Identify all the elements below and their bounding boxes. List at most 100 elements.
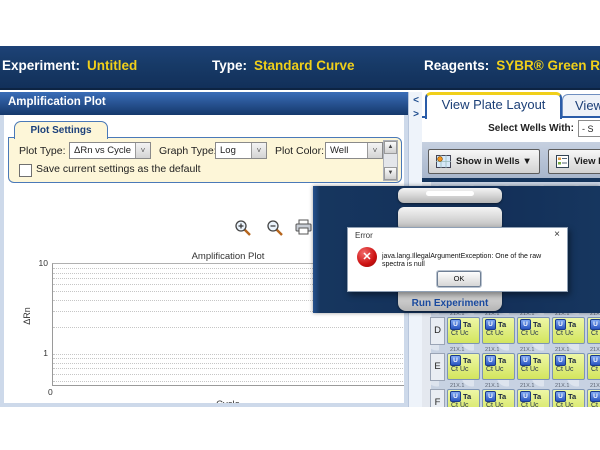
- well-box[interactable]: UTaCt Uc: [552, 389, 585, 407]
- plate-well[interactable]: 21X.1UTaCt Uc: [552, 311, 587, 347]
- plate-well[interactable]: 21X.1UTaCt Uc: [482, 311, 517, 347]
- error-dialog: Error × ✕ java.lang.IllegalArgumentExcep…: [347, 227, 568, 292]
- select-wells-dropdown[interactable]: - S: [578, 120, 600, 137]
- panel-header: Amplification Plot: [0, 92, 408, 115]
- reagents-value: SYBR® Green R: [496, 58, 600, 73]
- error-dialog-title: Error: [355, 231, 373, 240]
- plate-well[interactable]: 21X.1UTaCt Uc: [587, 383, 600, 407]
- well-box[interactable]: UTaCt Uc: [482, 353, 515, 380]
- zoom-in-icon: [234, 219, 252, 237]
- well-box[interactable]: UTaCt Uc: [517, 317, 550, 344]
- well-box[interactable]: UTaCt Uc: [552, 353, 585, 380]
- well-target: Ta: [463, 356, 471, 365]
- plot-color-label: Plot Color:: [275, 145, 324, 157]
- plate-well[interactable]: 21X.1UTaCt Uc: [552, 347, 587, 383]
- well-target: Ta: [533, 320, 541, 329]
- view-legend-button[interactable]: View L: [548, 149, 600, 174]
- tab-plot-settings[interactable]: Plot Settings: [14, 121, 108, 139]
- gridline: [53, 381, 404, 382]
- reagents-label: Reagents:: [424, 58, 489, 73]
- type-value: Standard Curve: [254, 58, 355, 73]
- gridline: [53, 368, 404, 369]
- tab-view-well-table[interactable]: View: [562, 94, 600, 117]
- well-line2: Ct Uc: [450, 366, 477, 373]
- well-box[interactable]: UTaCt Uc: [482, 389, 515, 407]
- scroll-down-icon[interactable]: ▼: [384, 167, 397, 180]
- plate-well[interactable]: 21X.1UTaCt Uc: [517, 311, 552, 347]
- collapse-right-icon[interactable]: >: [410, 109, 422, 120]
- plate-well[interactable]: 21X.1UTaCt Uc: [517, 347, 552, 383]
- tab-view-plate-layout[interactable]: View Plate Layout: [425, 92, 562, 119]
- error-icon: ✕: [357, 247, 377, 267]
- plate-well[interactable]: 21X.1UTaCt Uc: [447, 383, 482, 407]
- experiment-info-bar: Experiment:Untitled Type:Standard Curve …: [0, 46, 600, 90]
- scroll-up-icon[interactable]: ▲: [384, 141, 397, 154]
- save-default-label: Save current settings as the default: [36, 163, 201, 175]
- well-line2: Ct Uc: [485, 330, 512, 337]
- well-box[interactable]: UTaCt Uc: [447, 389, 480, 407]
- gridline: [53, 374, 404, 375]
- plate-well[interactable]: 21X.1UTaCt Uc: [587, 347, 600, 383]
- well-line2: Ct Uc: [590, 366, 600, 373]
- well-line2: Ct Uc: [520, 330, 547, 337]
- save-default-checkbox[interactable]: [19, 164, 32, 177]
- well-box[interactable]: UTaCt Uc: [587, 317, 600, 344]
- collapse-left-icon[interactable]: <: [410, 95, 422, 106]
- unknown-task-icon: U: [590, 391, 600, 402]
- well-target: Ta: [498, 356, 506, 365]
- well-target: Ta: [568, 392, 576, 401]
- well-box[interactable]: UTaCt Uc: [517, 389, 550, 407]
- plate-well[interactable]: 21X.1UTaCt Uc: [587, 311, 600, 347]
- unknown-task-icon: U: [450, 355, 461, 366]
- error-message: java.lang.IllegalArgumentException: One …: [382, 253, 562, 269]
- x-axis-label: Cycle: [52, 399, 404, 403]
- gridline: [53, 354, 404, 355]
- well-box[interactable]: UTaCt Uc: [587, 389, 600, 407]
- well-line2: Ct Uc: [450, 402, 477, 407]
- well-box[interactable]: UTaCt Uc: [447, 317, 480, 344]
- plate-icon: [436, 155, 451, 168]
- plot-color-dropdown[interactable]: Well ˅: [325, 142, 383, 159]
- zoom-in-button[interactable]: [234, 219, 254, 237]
- plot-type-dropdown[interactable]: ΔRn vs Cycle ˅: [69, 142, 151, 159]
- plate-well[interactable]: 21X.1UTaCt Uc: [482, 383, 517, 407]
- well-target: Ta: [533, 356, 541, 365]
- graph-type-dropdown[interactable]: Log ˅: [215, 142, 267, 159]
- unknown-task-icon: U: [450, 391, 461, 402]
- chevron-down-icon[interactable]: ˅: [367, 143, 382, 158]
- well-box[interactable]: UTaCt Uc: [517, 353, 550, 380]
- show-in-wells-button[interactable]: Show in Wells ▼: [428, 149, 540, 174]
- well-target: Ta: [568, 320, 576, 329]
- well-box[interactable]: UTaCt Uc: [482, 317, 515, 344]
- plate-well[interactable]: 21X.1UTaCt Uc: [552, 383, 587, 407]
- settings-scrollbar[interactable]: ▲ ▼: [383, 140, 398, 181]
- well-target: Ta: [463, 320, 471, 329]
- y-axis-tick-1: 1: [30, 348, 48, 358]
- run-experiment-label: Run Experiment: [412, 298, 489, 311]
- well-box[interactable]: UTaCt Uc: [587, 353, 600, 380]
- well-line2: Ct Uc: [555, 366, 582, 373]
- zoom-out-button[interactable]: [266, 219, 286, 237]
- well-box[interactable]: UTaCt Uc: [552, 317, 585, 344]
- plate-well[interactable]: 21X.1UTaCt Uc: [517, 383, 552, 407]
- experiment-value: Untitled: [87, 58, 137, 73]
- plate-well[interactable]: 21X.1UTaCt Uc: [447, 311, 482, 347]
- well-target: Ta: [498, 320, 506, 329]
- instrument-button-1[interactable]: [398, 188, 502, 203]
- panel-title: Amplification Plot: [8, 96, 106, 108]
- well-target: Ta: [533, 392, 541, 401]
- print-button[interactable]: [294, 219, 314, 237]
- y-axis-label: ΔRn: [22, 301, 32, 331]
- well-line2: Ct Uc: [450, 330, 477, 337]
- plate-well[interactable]: 21X.1UTaCt Uc: [482, 347, 517, 383]
- chevron-down-icon[interactable]: ˅: [135, 143, 150, 158]
- gridline: [53, 358, 404, 359]
- close-icon[interactable]: ×: [554, 229, 560, 240]
- plate-well[interactable]: 21X.1UTaCt Uc: [447, 347, 482, 383]
- plate-row-label: D: [430, 317, 445, 345]
- well-box[interactable]: UTaCt Uc: [447, 353, 480, 380]
- chevron-down-icon[interactable]: ˅: [251, 143, 266, 158]
- unknown-task-icon: U: [485, 391, 496, 402]
- ok-button[interactable]: OK: [437, 271, 481, 287]
- plot-settings-panel: Plot Type: ΔRn vs Cycle ˅ Graph Type: Lo…: [8, 137, 402, 183]
